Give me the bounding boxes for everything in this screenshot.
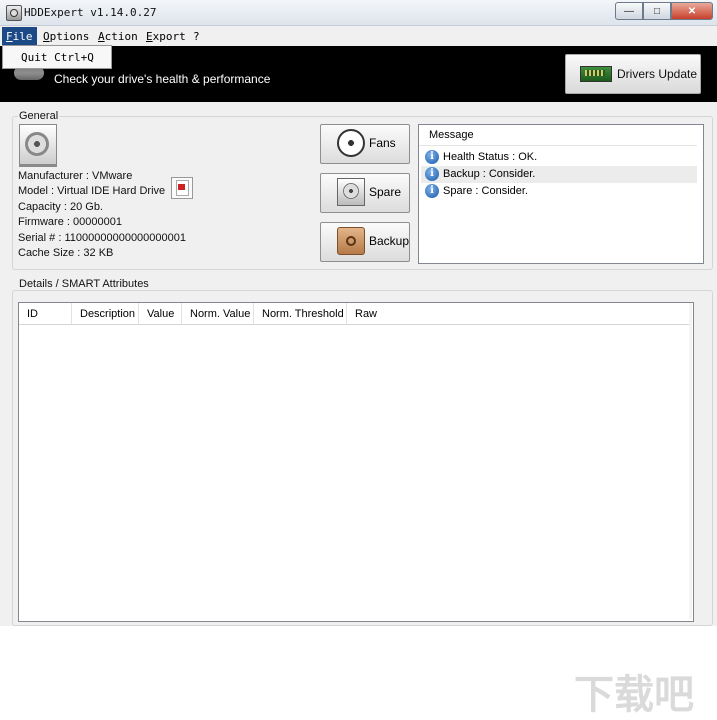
message-row[interactable]: i Spare : Consider. [421, 183, 697, 200]
menu-file[interactable]: File [2, 27, 37, 46]
column-header-description[interactable]: Description [72, 303, 139, 324]
fans-button[interactable]: Fans [320, 124, 410, 164]
cache-size-info: Cache Size : 32 KB [18, 247, 114, 259]
pdf-report-icon[interactable] [171, 177, 193, 199]
drivers-update-button[interactable]: Drivers Update [565, 54, 701, 94]
drive-usage-bar [19, 164, 57, 167]
spare-button[interactable]: Spare [320, 173, 410, 213]
message-list[interactable]: Message i Health Status : OK. i Backup :… [418, 124, 704, 264]
watermark-logo: 下载吧 [574, 673, 694, 717]
menu-help[interactable]: ? [190, 29, 203, 44]
smart-attributes-table[interactable]: ID Description Value Norm. Value Norm. T… [18, 302, 694, 622]
backup-label: Backup [369, 234, 410, 248]
fans-label: Fans [369, 136, 396, 150]
spare-label: Spare [369, 185, 402, 199]
serial-info: Serial # : 11000000000000000001 [18, 232, 187, 244]
table-header: ID Description Value Norm. Value Norm. T… [19, 303, 689, 325]
column-header-norm-threshold[interactable]: Norm. Threshold [254, 303, 347, 324]
menu-action[interactable]: Action [95, 29, 141, 44]
capacity-info: Capacity : 20 Gb. [18, 201, 103, 213]
message-column-header[interactable]: Message [419, 125, 697, 146]
menu-bar: File Options Action Export ? [0, 26, 717, 46]
app-icon [6, 5, 22, 21]
manufacturer-info: Manufacturer : VMware [18, 170, 133, 182]
window-controls: — □ ✕ [615, 2, 713, 20]
maximize-button[interactable]: □ [643, 2, 671, 20]
minimize-icon: — [624, 5, 634, 17]
safe-icon [337, 227, 365, 255]
title-bar: HDDExpert v1.14.0.27 — □ ✕ [0, 0, 717, 26]
close-icon: ✕ [687, 5, 697, 17]
backup-button[interactable]: Backup [320, 222, 410, 262]
file-dropdown-menu: Quit Ctrl+Q [2, 45, 112, 69]
close-button[interactable]: ✕ [671, 2, 713, 20]
hard-drive-spare-icon [337, 178, 365, 206]
column-header-value[interactable]: Value [139, 303, 182, 324]
banner-subtitle: Check your drive's health & performance [54, 72, 271, 86]
maximize-icon: □ [653, 5, 661, 17]
quit-menu-item[interactable]: Quit Ctrl+Q [21, 51, 94, 64]
model-info: Model : Virtual IDE Hard Drive [18, 185, 166, 197]
fan-icon [337, 129, 365, 157]
hard-drive-icon [19, 124, 57, 166]
menu-options[interactable]: Options [40, 29, 92, 44]
details-label: Details / SMART Attributes [18, 278, 150, 290]
window-title: HDDExpert v1.14.0.27 [24, 6, 157, 19]
firmware-info: Firmware : 00000001 [18, 216, 122, 228]
table-scroll-edge [689, 303, 692, 619]
minimize-button[interactable]: — [615, 2, 643, 20]
info-icon: i [425, 167, 439, 181]
main-panel: General Manufacturer : VMware Model : Vi… [0, 102, 717, 717]
circuit-board-icon [580, 66, 612, 82]
message-row[interactable]: i Backup : Consider. [421, 166, 697, 183]
message-row[interactable]: i Health Status : OK. [421, 149, 697, 166]
column-header-raw[interactable]: Raw [347, 303, 689, 324]
menu-export[interactable]: Export [143, 29, 189, 44]
info-icon: i [425, 184, 439, 198]
drivers-update-label: Drivers Update [617, 67, 698, 81]
column-header-norm-value[interactable]: Norm. Value [182, 303, 254, 324]
info-icon: i [425, 150, 439, 164]
column-header-id[interactable]: ID [19, 303, 72, 324]
general-label: General [18, 110, 60, 122]
